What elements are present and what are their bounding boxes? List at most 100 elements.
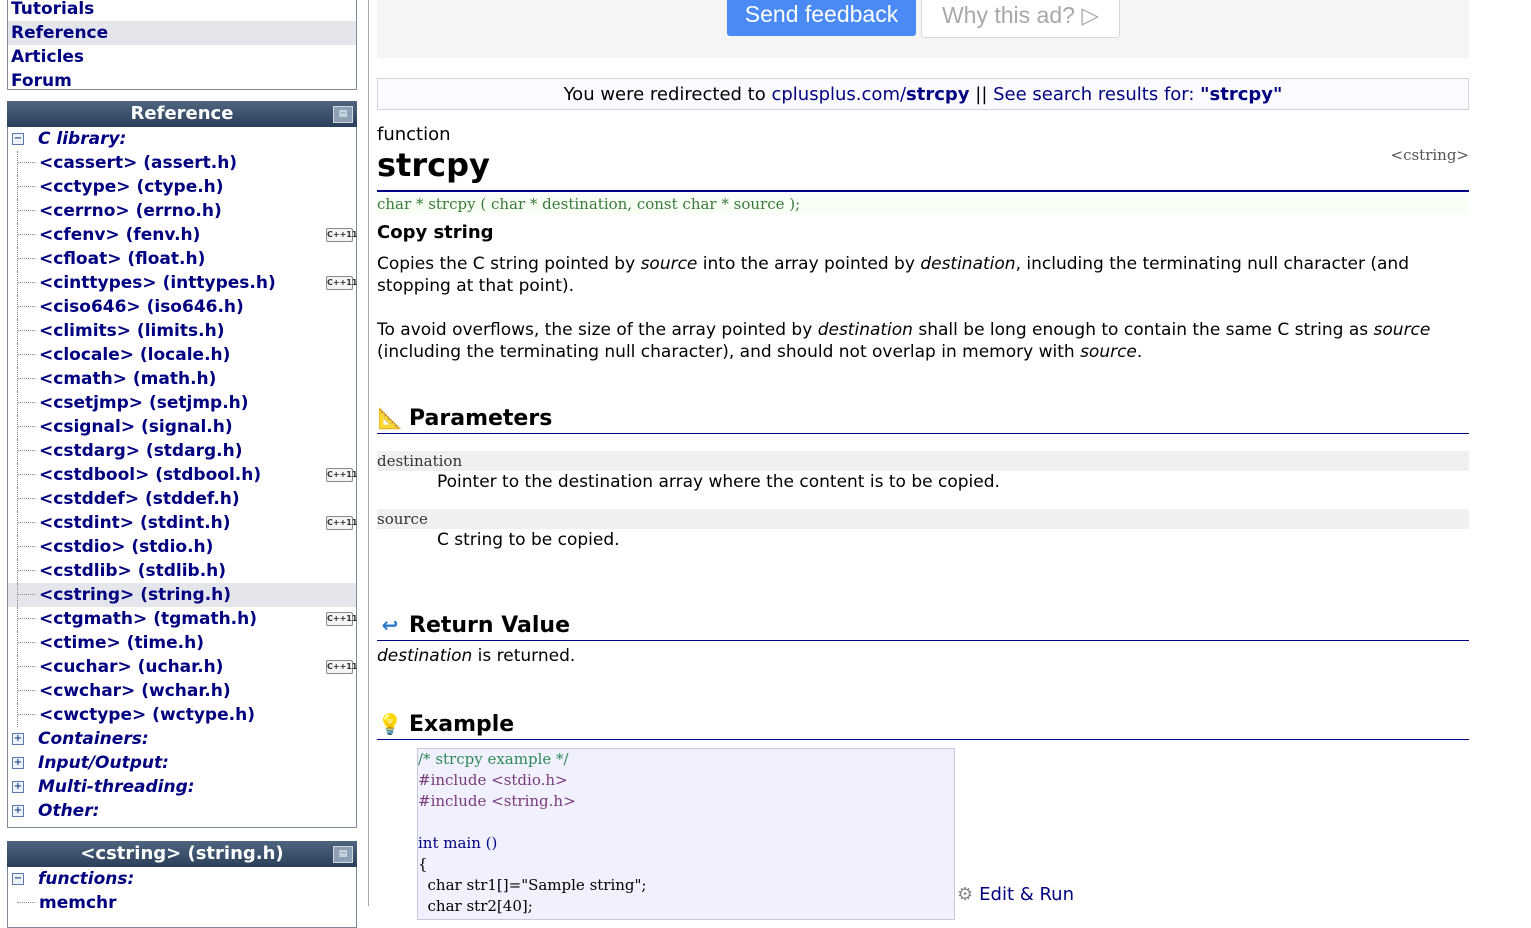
tree-item-library[interactable]: <csignal> (signal.h): [8, 415, 356, 439]
tree-item-library[interactable]: <cstdint> (stdint.h) C++11: [8, 511, 357, 535]
expand-icon[interactable]: +: [12, 805, 24, 817]
tree-connector: [17, 487, 18, 511]
tree-item-library[interactable]: <cstring> (string.h): [8, 583, 356, 607]
tree-item-library[interactable]: <cfloat> (float.h): [8, 247, 356, 271]
tree-connector: [17, 450, 35, 451]
tree-item-library[interactable]: <cwctype> (wctype.h): [8, 703, 356, 727]
tree-group-collapsed[interactable]: + Multi-threading:: [8, 775, 356, 799]
expand-icon[interactable]: +: [12, 781, 24, 793]
tree-item-library[interactable]: <cinttypes> (inttypes.h) C++11: [8, 271, 357, 295]
tree-item-library[interactable]: <cerrno> (errno.h): [8, 199, 356, 223]
search-results-link[interactable]: See search results for: "strcpy": [993, 84, 1282, 105]
play-icon: ▷: [1081, 2, 1100, 28]
tree-item-library[interactable]: <ciso646> (iso646.h): [8, 295, 356, 319]
tree-connector: [17, 415, 18, 439]
param-desc-destination: Pointer to the destination array where t…: [437, 472, 1000, 492]
nav-item-reference[interactable]: Reference: [8, 21, 356, 45]
redirect-link[interactable]: cplusplus.com/strcpy: [771, 84, 969, 105]
tree-item-label: <cctype> (ctype.h): [39, 177, 224, 197]
tree-item-library[interactable]: <ctgmath> (tgmath.h) C++11: [8, 607, 357, 631]
title-divider: [377, 190, 1469, 192]
tree-item-library[interactable]: <cstddef> (stddef.h): [8, 487, 356, 511]
tree-item-label: <cstddef> (stddef.h): [39, 489, 240, 509]
tree-item-label: <cstdio> (stdio.h): [39, 537, 214, 557]
tree-connector: [17, 367, 18, 391]
tree-connector: [17, 210, 35, 211]
tree-group-collapsed[interactable]: + Input/Output:: [8, 751, 356, 775]
tree-item-library[interactable]: <cfenv> (fenv.h) C++11: [8, 223, 357, 247]
cpp11-badge-icon: C++11: [326, 516, 357, 530]
why-this-ad-button[interactable]: Why this ad? ▷: [921, 0, 1120, 38]
collapse-icon[interactable]: −: [12, 133, 24, 145]
ruler-icon: 📐: [377, 406, 403, 430]
tree-connector: [17, 343, 18, 367]
tree-item-label: <clocale> (locale.h): [39, 345, 231, 365]
tree-connector: [17, 546, 35, 547]
tree-group-collapsed[interactable]: + Other:: [8, 799, 356, 823]
nav-item-articles[interactable]: Articles: [8, 45, 356, 69]
edit-and-run-button[interactable]: ⚙ Edit & Run: [957, 884, 1074, 905]
tree-item-label: <ctgmath> (tgmath.h): [39, 609, 258, 629]
tree-item-label: <cstdlib> (stdlib.h): [39, 561, 227, 581]
tree-item-library[interactable]: <cctype> (ctype.h): [8, 175, 356, 199]
function-prototype: char * strcpy ( char * destination, cons…: [377, 194, 1469, 214]
tree-connector: [17, 271, 18, 295]
tree-item-library[interactable]: <clocale> (locale.h): [8, 343, 356, 367]
tree-connector: [17, 162, 35, 163]
expand-icon[interactable]: +: [12, 733, 24, 745]
tree-connector: [17, 498, 35, 499]
tree-item-library[interactable]: <cmath> (math.h): [8, 367, 356, 391]
tree-item-library[interactable]: <cassert> (assert.h): [8, 151, 356, 175]
tree-item-library[interactable]: <cstdarg> (stdarg.h): [8, 439, 356, 463]
page-title: strcpy: [377, 146, 490, 184]
collapsed-groups: + Containers: + Input/Output: + Multi-threadi…: [8, 727, 356, 823]
reference-tree: − C library: <cassert> (assert.h) <cctype…: [7, 127, 357, 828]
nav-item-tutorials[interactable]: Tutorials: [8, 0, 356, 21]
tree-connector: [17, 186, 35, 187]
tree-connector: [17, 902, 35, 903]
nav-item-forum[interactable]: Forum: [8, 69, 356, 93]
tree-item-label: <cstdint> (stdint.h): [39, 513, 231, 533]
panel-toggle-icon[interactable]: ▤: [333, 106, 353, 123]
tree-item-library[interactable]: <climits> (limits.h): [8, 319, 356, 343]
tree-connector: [17, 439, 18, 463]
tree-group-c-library[interactable]: − C library:: [8, 127, 356, 151]
collapse-icon[interactable]: −: [12, 873, 24, 885]
tree-connector: [17, 583, 18, 607]
expand-icon[interactable]: +: [12, 757, 24, 769]
tree-connector: [17, 199, 18, 223]
tree-item-label: <ctime> (time.h): [39, 633, 204, 653]
reference-panel-header: Reference ▤: [7, 101, 357, 127]
tree-item-library[interactable]: <csetjmp> (setjmp.h): [8, 391, 356, 415]
send-feedback-button[interactable]: Send feedback: [727, 0, 916, 36]
tree-item-label: <csetjmp> (setjmp.h): [39, 393, 249, 413]
tree-item-memchr[interactable]: memchr: [8, 891, 356, 915]
tree-group-functions[interactable]: − functions:: [8, 867, 356, 891]
tree-item-library[interactable]: <cstdlib> (stdlib.h): [8, 559, 356, 583]
tree-connector: [17, 319, 18, 343]
tree-item-library[interactable]: <cwchar> (wchar.h): [8, 679, 356, 703]
tree-connector: [17, 642, 35, 643]
tree-connector: [17, 463, 18, 487]
cpp11-badge-icon: C++11: [326, 612, 357, 626]
panel-toggle-icon[interactable]: ▤: [333, 846, 353, 863]
tree-item-library[interactable]: <cuchar> (uchar.h) C++11: [8, 655, 357, 679]
edit-run-label: Edit & Run: [979, 884, 1074, 905]
code-example: 1/* strcpy example */ 2#include <stdio.h…: [417, 748, 955, 920]
code-line: 6{: [418, 855, 428, 873]
description-paragraph-2: To avoid overflows, the size of the arra…: [377, 320, 1431, 362]
tree-connector: [17, 282, 35, 283]
tree-connector: [17, 426, 35, 427]
tree-item-library[interactable]: <cstdbool> (stdbool.h) C++11: [8, 463, 357, 487]
tree-item-library[interactable]: <cstdio> (stdio.h): [8, 535, 356, 559]
cpp11-badge-icon: C++11: [326, 276, 357, 290]
tree-item-label: <cwchar> (wchar.h): [39, 681, 231, 701]
reference-panel-title: Reference: [130, 103, 234, 124]
cstring-panel-title: <cstring> (string.h): [80, 843, 284, 864]
tree-item-library[interactable]: <ctime> (time.h): [8, 631, 356, 655]
header-link[interactable]: <cstring>: [1391, 146, 1470, 164]
tree-item-label: <cmath> (math.h): [39, 369, 217, 389]
tree-group-collapsed[interactable]: + Containers:: [8, 727, 356, 751]
tree-connector: [17, 535, 18, 559]
tree-connector: [17, 295, 18, 319]
